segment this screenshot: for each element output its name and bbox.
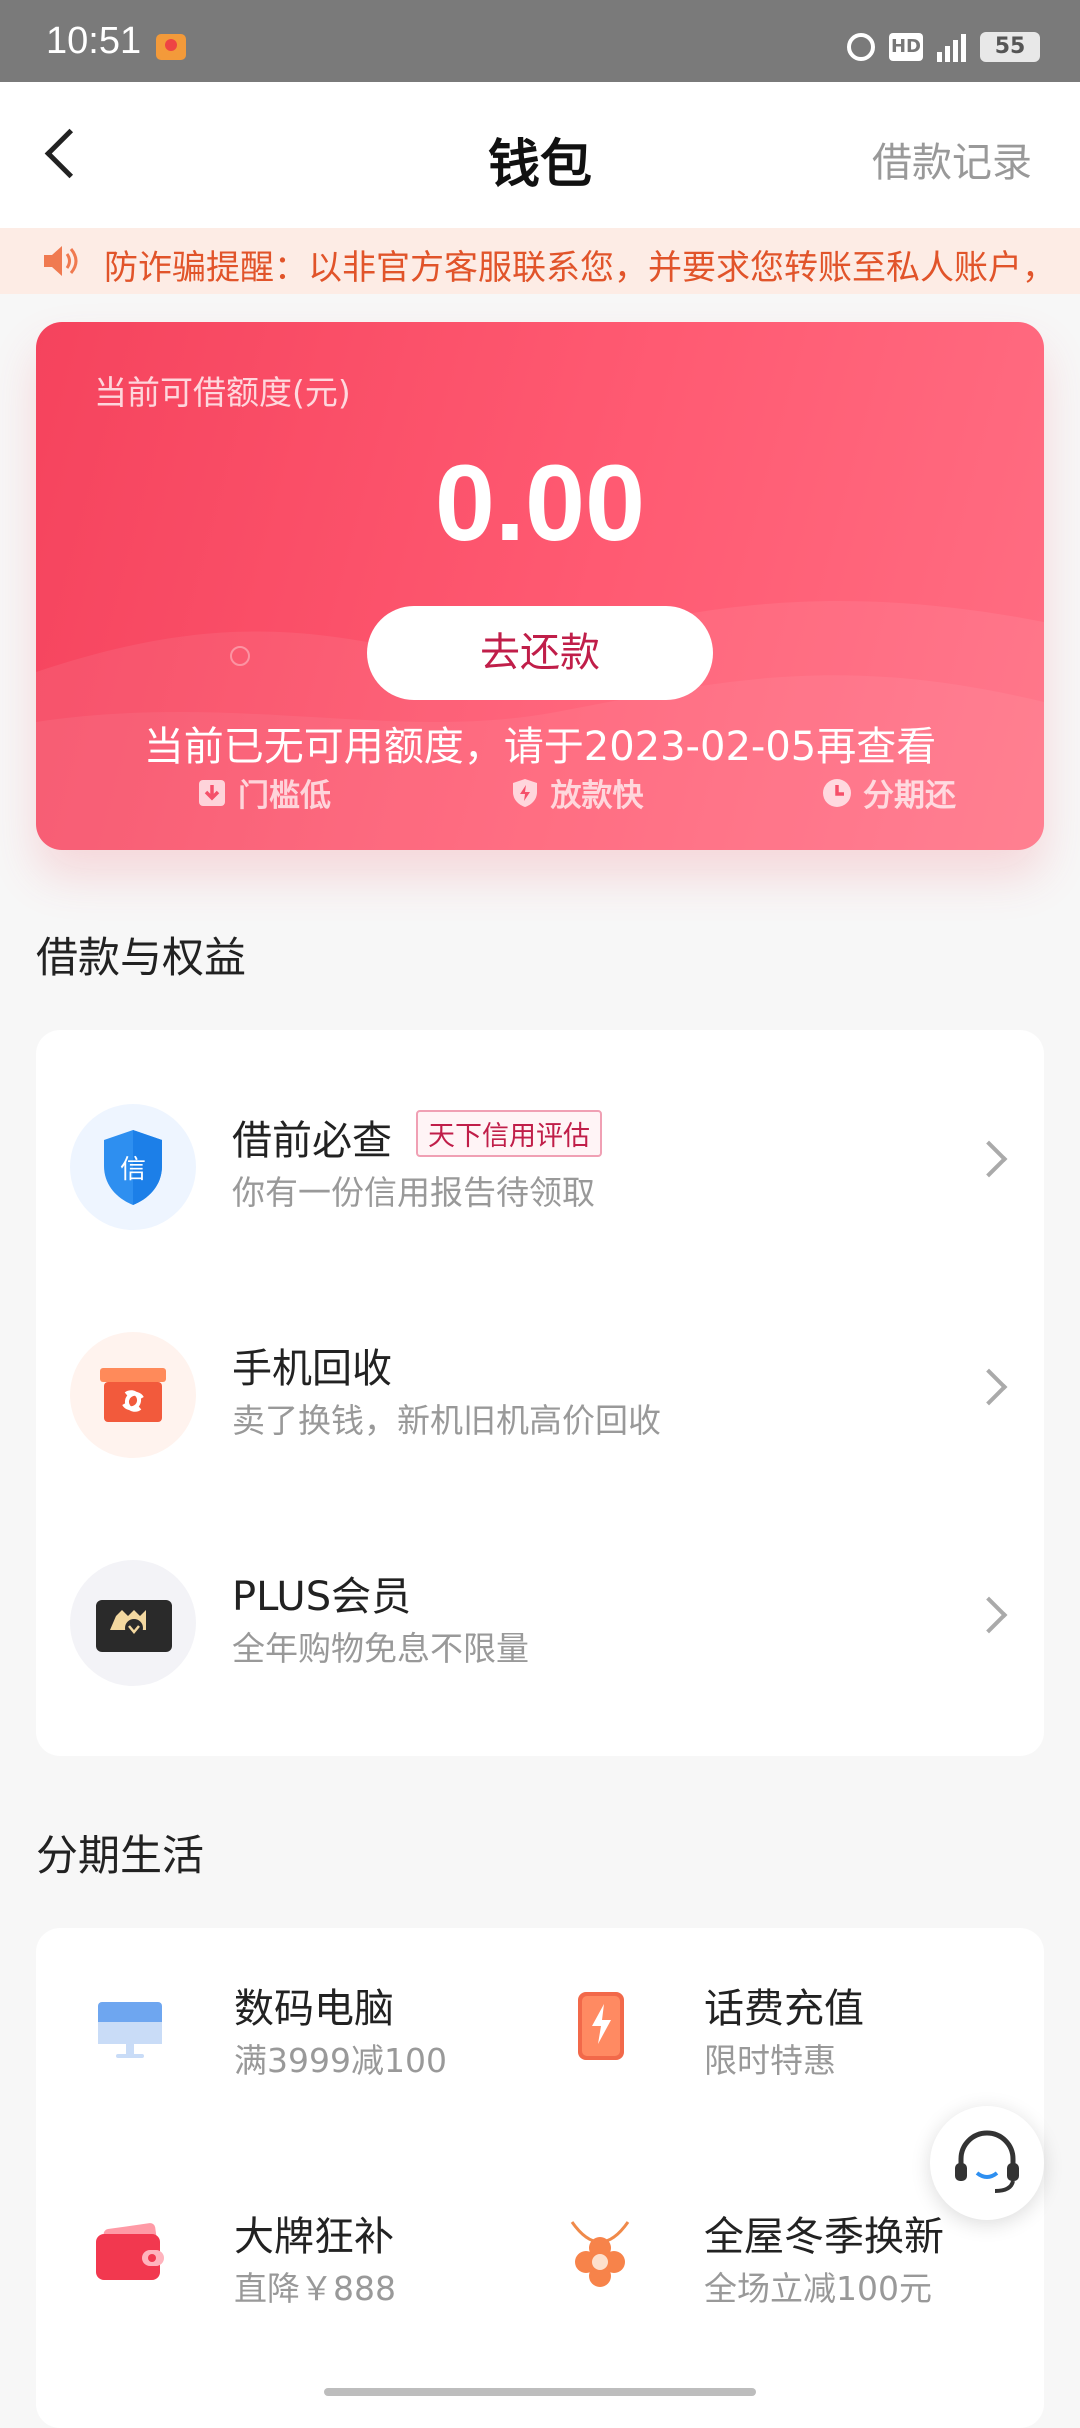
installment-title: 全屋冬季换新: [704, 2214, 944, 2260]
benefit-item-credit-check[interactable]: 信 借前必查 天下信用评估 你有一份信用报告待领取: [36, 1060, 1044, 1280]
benefit-subtitle: 你有一份信用报告待领取: [232, 1173, 595, 1212]
status-bar: 10:51 HD 55: [0, 0, 1080, 82]
loan-record-link[interactable]: 借款记录: [872, 130, 1032, 188]
phone-charge-icon: [578, 1992, 624, 2060]
installment-title: 话费充值: [704, 1986, 864, 2032]
installment-section-title: 分期生活: [36, 1831, 205, 1880]
benefit-tag: 天下信用评估: [416, 1110, 602, 1157]
benefit-title: 手机回收: [232, 1346, 392, 1392]
benefit-subtitle: 全年购物免息不限量: [232, 1629, 529, 1668]
download-box-icon: [199, 779, 225, 806]
installment-item-brand-subsidy[interactable]: 大牌狂补 直降￥888: [36, 2156, 516, 2356]
installment-item-home-renewal[interactable]: 全屋冬季换新 全场立减100元: [506, 2156, 986, 2356]
benefits-card: 信 借前必查 天下信用评估 你有一份信用报告待领取 手机回收 卖了换钱，新机旧机…: [36, 1030, 1044, 1756]
benefit-subtitle: 卖了换钱，新机旧机高价回收: [232, 1401, 661, 1440]
installment-subtitle: 满3999减100: [234, 2041, 447, 2080]
feature-label: 放款快: [550, 778, 644, 814]
wallet-icon: [96, 2223, 164, 2280]
status-time: 10:51: [46, 20, 142, 62]
home-indicator[interactable]: [324, 2388, 756, 2396]
anti-fraud-notice[interactable]: 防诈骗提醒：以非官方客服联系您，并要求您转账至私人账户，: [0, 228, 1080, 294]
feature-low-threshold: 门槛低: [196, 770, 331, 815]
installment-subtitle: 全场立减100元: [704, 2269, 932, 2308]
speaker-icon: [44, 246, 78, 276]
installment-title: 数码电脑: [234, 1986, 394, 2032]
app-notification-icon: [156, 34, 186, 60]
battery-icon: 55: [980, 32, 1040, 62]
repay-button[interactable]: 去还款: [367, 606, 713, 700]
monitor-icon: [98, 2002, 162, 2058]
feature-label: 门槛低: [238, 778, 331, 814]
installment-subtitle: 限时特惠: [704, 2041, 836, 2080]
credit-limit-label: 当前可借额度(元): [94, 373, 351, 412]
chevron-right-icon: [970, 1368, 1008, 1406]
feature-label: 分期还: [863, 778, 956, 814]
feature-fast-loan: 放款快: [509, 770, 644, 815]
benefit-item-plus-member[interactable]: PLUS会员 全年购物免息不限量: [36, 1516, 1044, 1736]
hd-icon: HD: [889, 33, 923, 61]
header: 钱包 借款记录: [0, 82, 1080, 228]
credit-card: 当前可借额度(元) 0.00 去还款 当前已无可用额度，请于2023-02-05…: [36, 322, 1044, 850]
benefit-item-phone-recycle[interactable]: 手机回收 卖了换钱，新机旧机高价回收: [36, 1288, 1044, 1508]
signal-icon: [937, 32, 966, 62]
credit-glyph: 信: [120, 1155, 146, 1185]
feature-installment: 分期还: [821, 770, 956, 815]
credit-shield-icon: 信: [70, 1104, 196, 1230]
plus-member-card-icon: [70, 1560, 196, 1686]
chevron-right-icon: [970, 1140, 1008, 1178]
credit-amount: 0.00: [434, 442, 646, 563]
chevron-right-icon: [970, 1596, 1008, 1634]
feature-list: 门槛低 放款快 分期还: [196, 770, 956, 815]
status-icons: HD 55: [847, 32, 1040, 62]
clock-icon: [823, 778, 851, 807]
recycle-box-icon: [70, 1332, 196, 1458]
alarm-icon: [847, 33, 875, 61]
benefits-section-title: 借款与权益: [36, 933, 247, 982]
necklace-flower-icon: [570, 2221, 630, 2287]
benefit-title: PLUS会员: [232, 1574, 412, 1620]
installment-card: 数码电脑 满3999减100 话费充值 限时特惠 大牌狂补 直降￥888 全屋冬…: [36, 1928, 1044, 2428]
credit-note: 当前已无可用额度，请于2023-02-05再查看: [143, 724, 937, 770]
installment-subtitle: 直降￥888: [234, 2269, 396, 2308]
headset-icon: [955, 2130, 1019, 2193]
notice-text: 防诈骗提醒：以非官方客服联系您，并要求您转账至私人账户，: [104, 248, 1056, 288]
installment-item-digital[interactable]: 数码电脑 满3999减100: [36, 1928, 516, 2128]
installment-item-phone-charge[interactable]: 话费充值 限时特惠: [506, 1928, 986, 2128]
customer-service-button[interactable]: [930, 2106, 1044, 2220]
installment-title: 大牌狂补: [234, 2214, 394, 2260]
shield-bolt-icon: [512, 778, 537, 807]
benefit-title: 借前必查: [232, 1118, 392, 1164]
